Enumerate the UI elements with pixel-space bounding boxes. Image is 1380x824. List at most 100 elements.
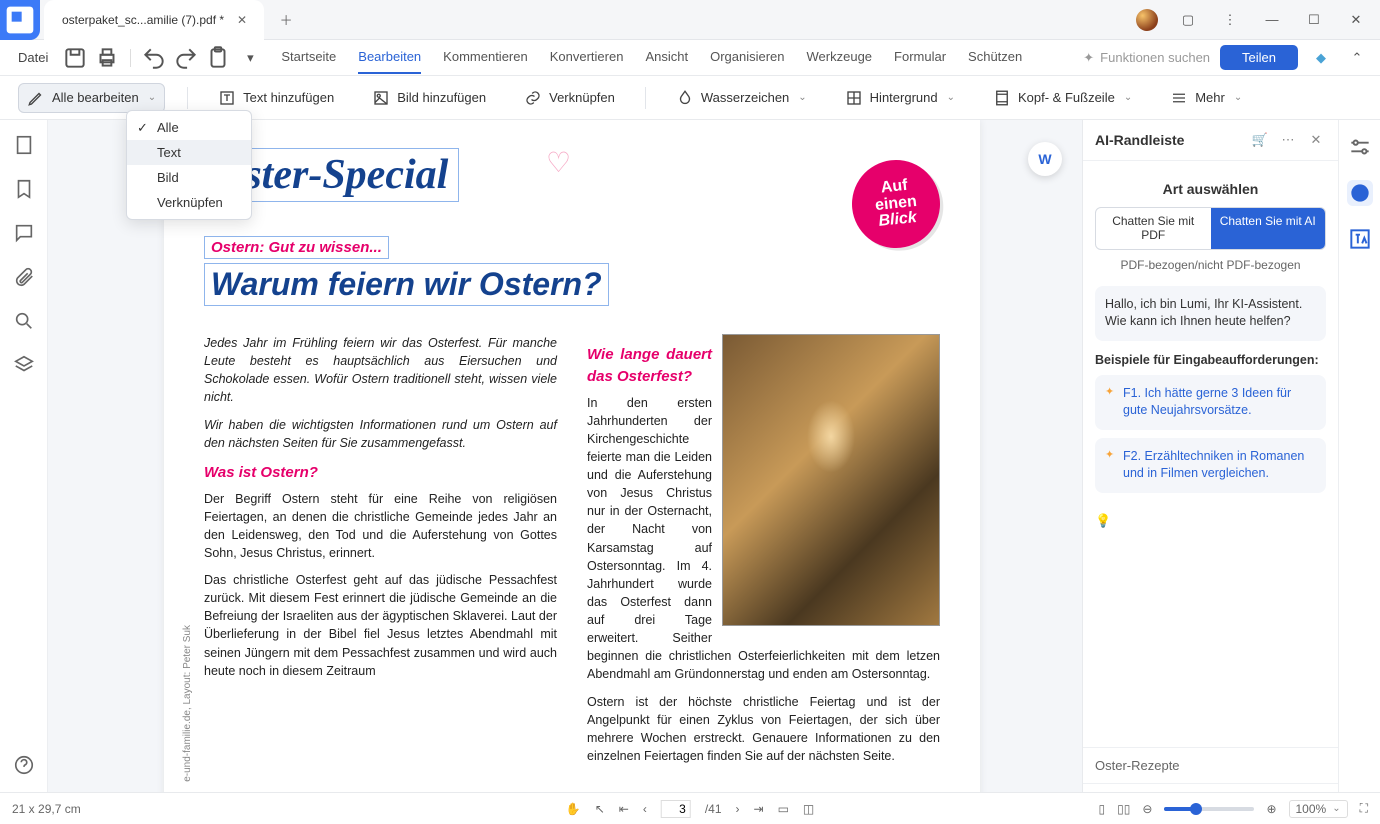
ai-greeting: Hallo, ich bin Lumi, Ihr KI-Assistent. W… bbox=[1095, 286, 1326, 341]
two-page-icon[interactable]: ▯▯ bbox=[1117, 802, 1130, 816]
close-tab-icon[interactable]: ✕ bbox=[234, 12, 250, 28]
tab-werkzeuge[interactable]: Werkzeuge bbox=[807, 41, 873, 74]
zoom-level[interactable]: 100%⌄ bbox=[1289, 800, 1348, 818]
zoom-out-icon[interactable]: ⊖ bbox=[1142, 802, 1152, 816]
page-view-icon[interactable]: ▭ bbox=[778, 802, 789, 816]
link-button[interactable]: Verknüpfen bbox=[516, 84, 623, 112]
background-button[interactable]: Hintergrund ⌄ bbox=[837, 84, 963, 112]
redo-icon[interactable] bbox=[173, 45, 199, 71]
more-icon[interactable]: ⋯ bbox=[1278, 130, 1298, 150]
save-icon[interactable] bbox=[62, 45, 88, 71]
main-tabs: Startseite Bearbeiten Kommentieren Konve… bbox=[281, 41, 1022, 74]
statusbar: 21 x 29,7 cm ✋ ↖ ⇤ ‹ /41 › ⇥ ▭ ◫ ▯ ▯▯ ⊖ … bbox=[0, 792, 1380, 824]
zoom-slider[interactable] bbox=[1164, 807, 1254, 811]
app-logo[interactable] bbox=[0, 0, 40, 40]
column-right[interactable]: Wie lange dauert das Osterfest? In den e… bbox=[587, 334, 940, 774]
tab-organisieren[interactable]: Organisieren bbox=[710, 41, 784, 74]
prev-page-icon[interactable]: ‹ bbox=[643, 802, 647, 816]
more-label: Mehr bbox=[1195, 90, 1225, 105]
select-tool-icon[interactable]: ↖ bbox=[595, 802, 605, 816]
ai-sub-label: PDF-bezogen/nicht PDF-bezogen bbox=[1095, 258, 1326, 272]
dropdown-icon[interactable]: ▾ bbox=[237, 45, 263, 71]
seg-chat-pdf[interactable]: Chatten Sie mit PDF bbox=[1096, 208, 1211, 249]
canvas-area[interactable]: Oster-Special ♡ Auf einen Blick Ostern: … bbox=[48, 120, 1082, 820]
heading-1[interactable]: Warum feiern wir Ostern? bbox=[204, 263, 609, 306]
search-icon[interactable] bbox=[13, 310, 35, 332]
minimize-icon[interactable]: — bbox=[1260, 8, 1284, 32]
ai-input[interactable]: Oster-Rezepte bbox=[1083, 747, 1338, 783]
share-button[interactable]: Teilen bbox=[1220, 45, 1298, 70]
file-menu[interactable]: Datei bbox=[10, 46, 56, 69]
ai-example-2[interactable]: F2. Erzähltechniken in Romanen und in Fi… bbox=[1095, 438, 1326, 493]
page-dimensions: 21 x 29,7 cm bbox=[12, 802, 81, 816]
clipboard-icon[interactable] bbox=[205, 45, 231, 71]
last-supper-image[interactable] bbox=[722, 334, 940, 626]
tab-ansicht[interactable]: Ansicht bbox=[645, 41, 688, 74]
tab-schuetzen[interactable]: Schützen bbox=[968, 41, 1022, 74]
more-button[interactable]: Mehr ⌄ bbox=[1162, 84, 1250, 112]
edit-all-button[interactable]: Alle bearbeiten ⌄ bbox=[18, 83, 165, 113]
first-page-icon[interactable]: ⇤ bbox=[619, 802, 629, 816]
text-icon bbox=[218, 89, 236, 107]
zoom-in-icon[interactable]: ⊕ bbox=[1266, 802, 1276, 816]
dropdown-item-alle[interactable]: Alle bbox=[127, 115, 251, 140]
seg-chat-ai[interactable]: Chatten Sie mit AI bbox=[1211, 208, 1326, 249]
tab-bearbeiten[interactable]: Bearbeiten bbox=[358, 41, 421, 74]
next-page-icon[interactable]: › bbox=[736, 802, 740, 816]
ai-sparkle-icon[interactable] bbox=[1347, 180, 1373, 206]
cart-icon[interactable]: 🛒 bbox=[1250, 130, 1270, 150]
tab-startseite[interactable]: Startseite bbox=[281, 41, 336, 74]
droplet-icon bbox=[676, 89, 694, 107]
hand-tool-icon[interactable]: ✋ bbox=[566, 802, 581, 816]
translate-icon[interactable] bbox=[1347, 226, 1373, 252]
fit-width-icon[interactable]: ⛶ bbox=[1360, 801, 1368, 816]
tab-kommentieren[interactable]: Kommentieren bbox=[443, 41, 528, 74]
export-word-button[interactable]: W bbox=[1028, 142, 1062, 176]
collapse-ribbon-icon[interactable]: ⌃ bbox=[1344, 45, 1370, 71]
subheading-was: Was ist Ostern? bbox=[204, 462, 557, 484]
undo-icon[interactable] bbox=[141, 45, 167, 71]
help-icon[interactable] bbox=[13, 754, 35, 776]
sync-icon[interactable]: ◆ bbox=[1308, 45, 1334, 71]
maximize-icon[interactable]: ☐ bbox=[1302, 8, 1326, 32]
split-view-icon[interactable]: ◫ bbox=[803, 802, 814, 816]
kebab-menu-icon[interactable]: ⋮ bbox=[1218, 8, 1242, 32]
dropdown-item-text[interactable]: Text bbox=[127, 140, 251, 165]
ai-panel-title: AI-Randleiste bbox=[1095, 132, 1242, 148]
close-panel-icon[interactable]: ✕ bbox=[1306, 130, 1326, 150]
feedback-icon[interactable]: ▢ bbox=[1176, 8, 1200, 32]
add-image-button[interactable]: Bild hinzufügen bbox=[364, 84, 494, 112]
print-icon[interactable] bbox=[94, 45, 120, 71]
thumbnails-icon[interactable] bbox=[13, 134, 35, 156]
page-number-input[interactable] bbox=[661, 800, 691, 818]
single-page-icon[interactable]: ▯ bbox=[1099, 802, 1106, 816]
add-image-label: Bild hinzufügen bbox=[397, 90, 486, 105]
dropdown-item-bild[interactable]: Bild bbox=[127, 165, 251, 190]
watermark-button[interactable]: Wasserzeichen ⌄ bbox=[668, 84, 815, 112]
main-area: ‹ Oster-Special ♡ Auf einen Blick Ostern… bbox=[0, 120, 1380, 820]
last-page-icon[interactable]: ⇥ bbox=[754, 802, 764, 816]
sliders-icon[interactable] bbox=[1347, 134, 1373, 160]
tab-konvertieren[interactable]: Konvertieren bbox=[550, 41, 624, 74]
tab-formular[interactable]: Formular bbox=[894, 41, 946, 74]
comment-icon[interactable] bbox=[13, 222, 35, 244]
dropdown-item-verknuepfen[interactable]: Verknüpfen bbox=[127, 190, 251, 215]
ai-select-title: Art auswählen bbox=[1095, 181, 1326, 197]
avatar[interactable] bbox=[1136, 9, 1158, 31]
kicker[interactable]: Ostern: Gut zu wissen... bbox=[204, 236, 389, 259]
ai-example-1[interactable]: F1. Ich hätte gerne 3 Ideen für gute Neu… bbox=[1095, 375, 1326, 430]
new-tab-button[interactable]: ＋ bbox=[272, 6, 300, 34]
layers-icon[interactable] bbox=[13, 354, 35, 376]
search-functions[interactable]: ✦ Funktionen suchen bbox=[1083, 50, 1210, 66]
background-label: Hintergrund bbox=[870, 90, 938, 105]
ai-examples-title: Beispiele für Eingabeaufforderungen: bbox=[1095, 353, 1326, 367]
attachment-icon[interactable] bbox=[13, 266, 35, 288]
bookmark-icon[interactable] bbox=[13, 178, 35, 200]
window-close-icon[interactable]: ✕ bbox=[1344, 8, 1368, 32]
bulb-icon[interactable]: 💡 bbox=[1095, 513, 1326, 529]
edit-all-dropdown: Alle Text Bild Verknüpfen bbox=[126, 110, 252, 220]
document-tab[interactable]: osterpaket_sc...amilie (7).pdf * ✕ bbox=[44, 0, 264, 40]
header-footer-button[interactable]: Kopf- & Fußzeile ⌄ bbox=[985, 84, 1140, 112]
add-text-button[interactable]: Text hinzufügen bbox=[210, 84, 342, 112]
column-left[interactable]: Jedes Jahr im Frühling feiern wir das Os… bbox=[204, 334, 557, 774]
